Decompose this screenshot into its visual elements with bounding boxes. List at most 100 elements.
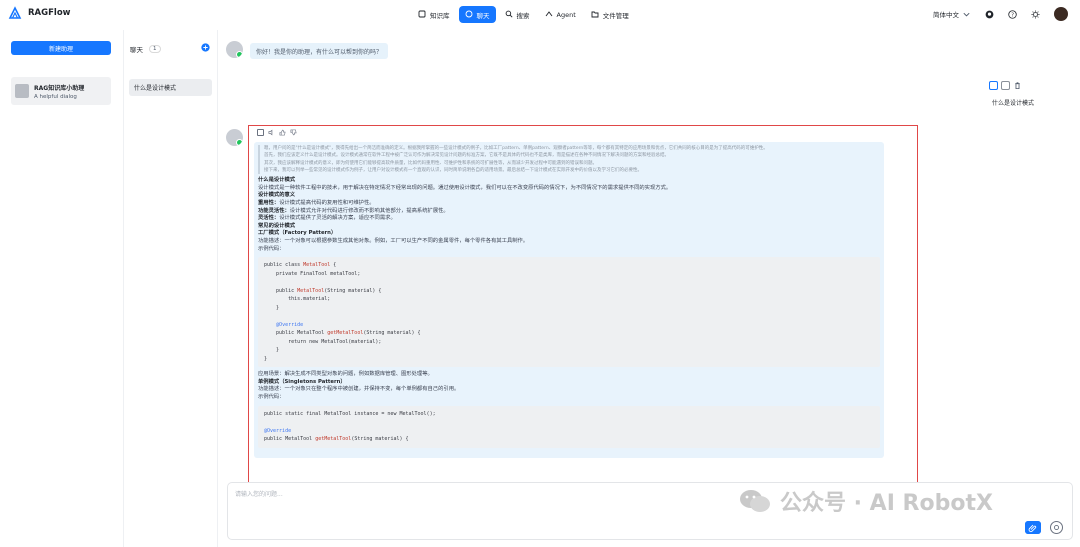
conversation-item[interactable]: 什么是设计模式 (129, 79, 212, 96)
conversation-list-panel: 聊天 1 什么是设计模式 (124, 30, 218, 547)
answer-paragraph: 功能描述：一个对象只在整个程序中被创建，并保持不变，每个单例都有自己的引用。 (258, 386, 460, 393)
answer-markdown: 应用场景：解决生成不同类型对象的问题，例如数据库管理、图形处理等。 单例模式（Si… (258, 371, 880, 401)
answer-item-text: 设计模式提高代码的复用性和可维护性。 (279, 199, 375, 206)
answer-item-label: 重用性： (258, 199, 280, 206)
code-line: return new MetalTool(material); (264, 338, 382, 345)
code-line: } (264, 304, 280, 311)
nav-tab-1[interactable]: 聊天 (458, 6, 496, 23)
add-conversation-icon[interactable] (201, 43, 210, 52)
new-assistant-button[interactable]: 新建助理 (11, 41, 111, 55)
answer-paragraph: 示例代码： (258, 393, 285, 400)
code-content: public class MetalTool { private FinalTo… (264, 261, 874, 363)
assistant-name: RAG知识库小助理 (34, 84, 85, 92)
answer-list-item: 灵活性：设计模式提供了灵活的解决方案，适应不同需求。 (258, 215, 880, 223)
chat-icon (465, 10, 473, 20)
assistant-card[interactable]: RAG知识库小助理 A helpful dialog (11, 77, 111, 105)
main-nav: 知识库 聊天 搜索 Agent 文件管理 (412, 6, 635, 23)
answer-paragraph: 功能描述：一个对象可以根据参数生成其他对象。例如，工厂可以生产不同的金属零件，每… (258, 237, 529, 244)
reasoning-paragraph: 首先，我们应该定义什么是设计模式。设计模式通常在软件工程中被广泛认可作为解决常见… (264, 153, 669, 159)
answer-paragraph: 设计模式是一种软件工程中的技术，用于解决在特定情况下经常出现的问题。通过使用设计… (258, 184, 672, 191)
copy-icon[interactable] (989, 81, 998, 90)
attach-file-button[interactable] (1025, 521, 1041, 534)
user-message: 什么是设计模式 (992, 100, 1035, 107)
help-icon[interactable]: ? (1008, 9, 1017, 19)
database-icon (418, 10, 426, 20)
folder-icon (591, 10, 599, 20)
watermark: 公众号 · AI RobotX (738, 485, 993, 517)
nav-tab-0[interactable]: 知识库 (412, 6, 456, 23)
delete-icon[interactable] (1013, 81, 1022, 90)
answer-item-text: 设计模式允许对代码进行修改而不影响其他部分，提高系统扩展性。 (289, 207, 449, 214)
assistant-avatar (15, 84, 29, 98)
greeting-message: 你好！我是你的助理，有什么可以帮到你的吗？ (250, 43, 389, 59)
theme-sun-icon[interactable] (1031, 9, 1040, 19)
assistant-answer-frame: 嗯，用户问的是"什么是设计模式"，我得先给出一个简洁而准确的定义。根据我所掌握的… (248, 125, 918, 483)
user-message-tools (989, 81, 1022, 90)
chat-area: 你好！我是你的助理，有什么可以帮到你的吗？ 什么是设计模式 嗯，用户问的是"什么… (218, 30, 1080, 547)
conversation-list-header: 聊天 1 (130, 44, 161, 54)
code-line: } (264, 347, 280, 354)
app-logo[interactable]: RAGFlow (8, 6, 71, 20)
github-icon[interactable] (985, 10, 994, 19)
answer-heading: 工厂模式（Factory Pattern） (258, 230, 337, 237)
assistant-text: RAG知识库小助理 A helpful dialog (34, 83, 84, 100)
answer-heading: 什么是设计模式 (258, 177, 296, 184)
svg-text:?: ? (1011, 12, 1014, 18)
nav-tab-label: 聊天 (476, 11, 490, 20)
assistant-avatar-icon (226, 129, 243, 146)
answer-bubble: 嗯，用户问的是"什么是设计模式"，我得先给出一个简洁而准确的定义。根据我所掌握的… (254, 142, 884, 458)
code-block: public class MetalTool { private FinalTo… (258, 257, 880, 368)
nav-tab-label: 文件管理 (602, 11, 629, 20)
thumbs-down-icon[interactable] (290, 129, 297, 136)
edit-icon[interactable] (1001, 81, 1010, 90)
conversation-list-title: 聊天 (130, 46, 143, 54)
search-icon (505, 10, 513, 20)
nav-tab-3[interactable]: Agent (538, 6, 582, 23)
speaker-icon[interactable] (268, 129, 275, 136)
code-line: } (264, 355, 268, 362)
nav-tab-4[interactable]: 文件管理 (584, 6, 635, 23)
code-line: public MetalTool getMetalTool(String mat… (264, 330, 421, 337)
conversation-count-badge: 1 (149, 45, 161, 53)
wechat-icon (740, 490, 770, 512)
answer-heading: 常见的设计模式 (258, 222, 296, 229)
answer-markdown: 什么是设计模式 设计模式是一种软件工程中的技术，用于解决在特定情况下经常出现的问题… (258, 177, 880, 253)
nav-tab-2[interactable]: 搜索 (498, 6, 536, 23)
code-block: public static final MetalTool instance =… (258, 405, 880, 448)
top-header: RAGFlow 知识库 聊天 搜索 Agent 文件管理 简体中文 ? (0, 0, 1080, 30)
code-line: public class MetalTool { (264, 262, 337, 269)
answer-heading: 设计模式的意义 (258, 192, 296, 199)
code-line: this.material; (264, 296, 331, 303)
reasoning-block: 嗯，用户问的是"什么是设计模式"，我得先给出一个简洁而准确的定义。根据我所掌握的… (258, 145, 880, 175)
assistant-description: A helpful dialog (34, 93, 77, 100)
language-selector[interactable]: 简体中文 (933, 9, 971, 19)
answer-item-label: 功能灵活性： (258, 207, 290, 214)
code-line: public static final MetalTool instance =… (264, 410, 436, 417)
answer-paragraph: 示例代码： (258, 245, 285, 252)
copy-icon[interactable] (257, 129, 264, 136)
code-line: @Override (264, 427, 292, 434)
thumbs-up-icon[interactable] (279, 129, 286, 136)
reasoning-paragraph: 接下来，我可以列举一些常见的设计模式作为例子，让用户对设计模式有一个直观的认识，… (264, 167, 642, 173)
nav-tab-label: 知识库 (430, 11, 450, 20)
answer-list-item: 重用性：设计模式提高代码的复用性和可维护性。 (258, 200, 880, 208)
watermark-text: 公众号 · AI RobotX (780, 491, 993, 516)
send-icon[interactable] (1050, 521, 1063, 534)
ragflow-logo-icon (8, 6, 22, 19)
nav-tab-label: 搜索 (516, 11, 530, 20)
app-name: RAGFlow (28, 8, 71, 18)
answer-item-label: 灵活性： (258, 215, 280, 222)
user-avatar[interactable] (1054, 7, 1068, 21)
code-content: public static final MetalTool instance =… (264, 410, 874, 444)
code-line: private FinalTool metalTool; (264, 270, 361, 277)
nav-tab-label: Agent (556, 10, 576, 19)
message-input-placeholder[interactable]: 请输入您的问题... (235, 489, 283, 498)
answer-item-text: 设计模式提供了灵活的解决方案，适应不同需求。 (279, 215, 396, 222)
header-right: 简体中文 ? (933, 7, 1068, 21)
code-line: @Override (276, 321, 304, 328)
code-line: public MetalTool getMetalTool(String mat… (264, 436, 409, 442)
code-line: public MetalTool(String material) { (264, 287, 382, 294)
assistant-avatar-icon (226, 41, 243, 58)
